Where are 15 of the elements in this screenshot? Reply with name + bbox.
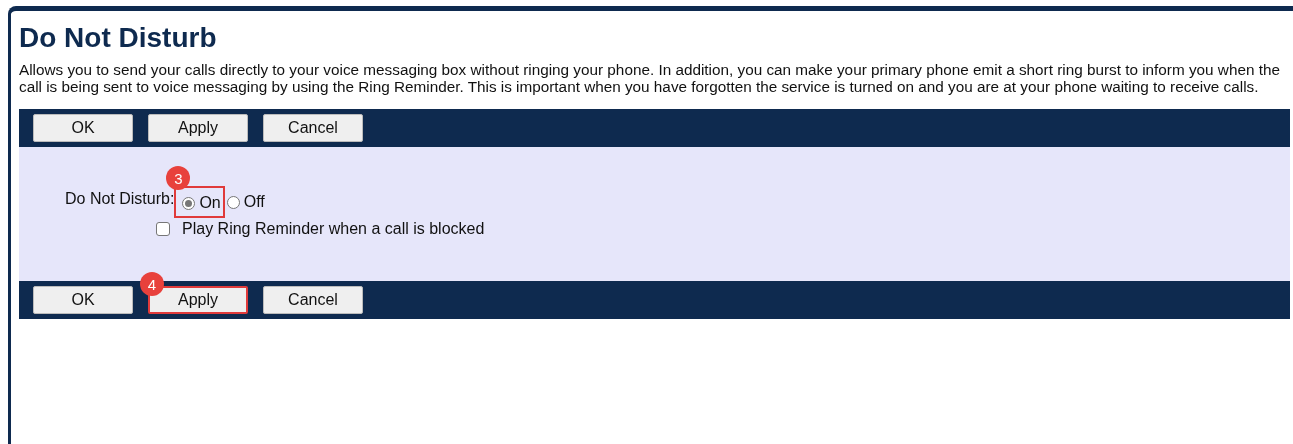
cancel-button[interactable]: Cancel	[263, 286, 363, 314]
ok-button[interactable]: OK	[33, 286, 133, 314]
option-label: Off	[243, 193, 265, 211]
radio-button[interactable]	[182, 196, 196, 210]
radio-button[interactable]	[226, 195, 240, 209]
page-title: Do Not Disturb	[19, 21, 218, 55]
ok-button[interactable]: OK	[33, 114, 133, 142]
cancel-button[interactable]: Cancel	[263, 114, 363, 142]
field-label: Do Not Disturb:	[65, 190, 175, 208]
step-badge: 3	[166, 166, 191, 190]
checkbox-label: Play Ring Reminder when a call is blocked	[182, 220, 485, 238]
checkbox[interactable]	[156, 222, 170, 236]
option-label: On	[199, 194, 221, 212]
description-text: Allows you to send your calls directly to your voice messaging box without ringing your phone. In addition, you can make your primary phone emit a short ring burst to inform you when the call is being sent to voice messaging by using the Ring Reminder. This is important when you have forgotten the service is turned on and you are at your phone waiting to receive calls.	[19, 61, 1281, 95]
apply-button[interactable]: Apply	[148, 114, 248, 142]
